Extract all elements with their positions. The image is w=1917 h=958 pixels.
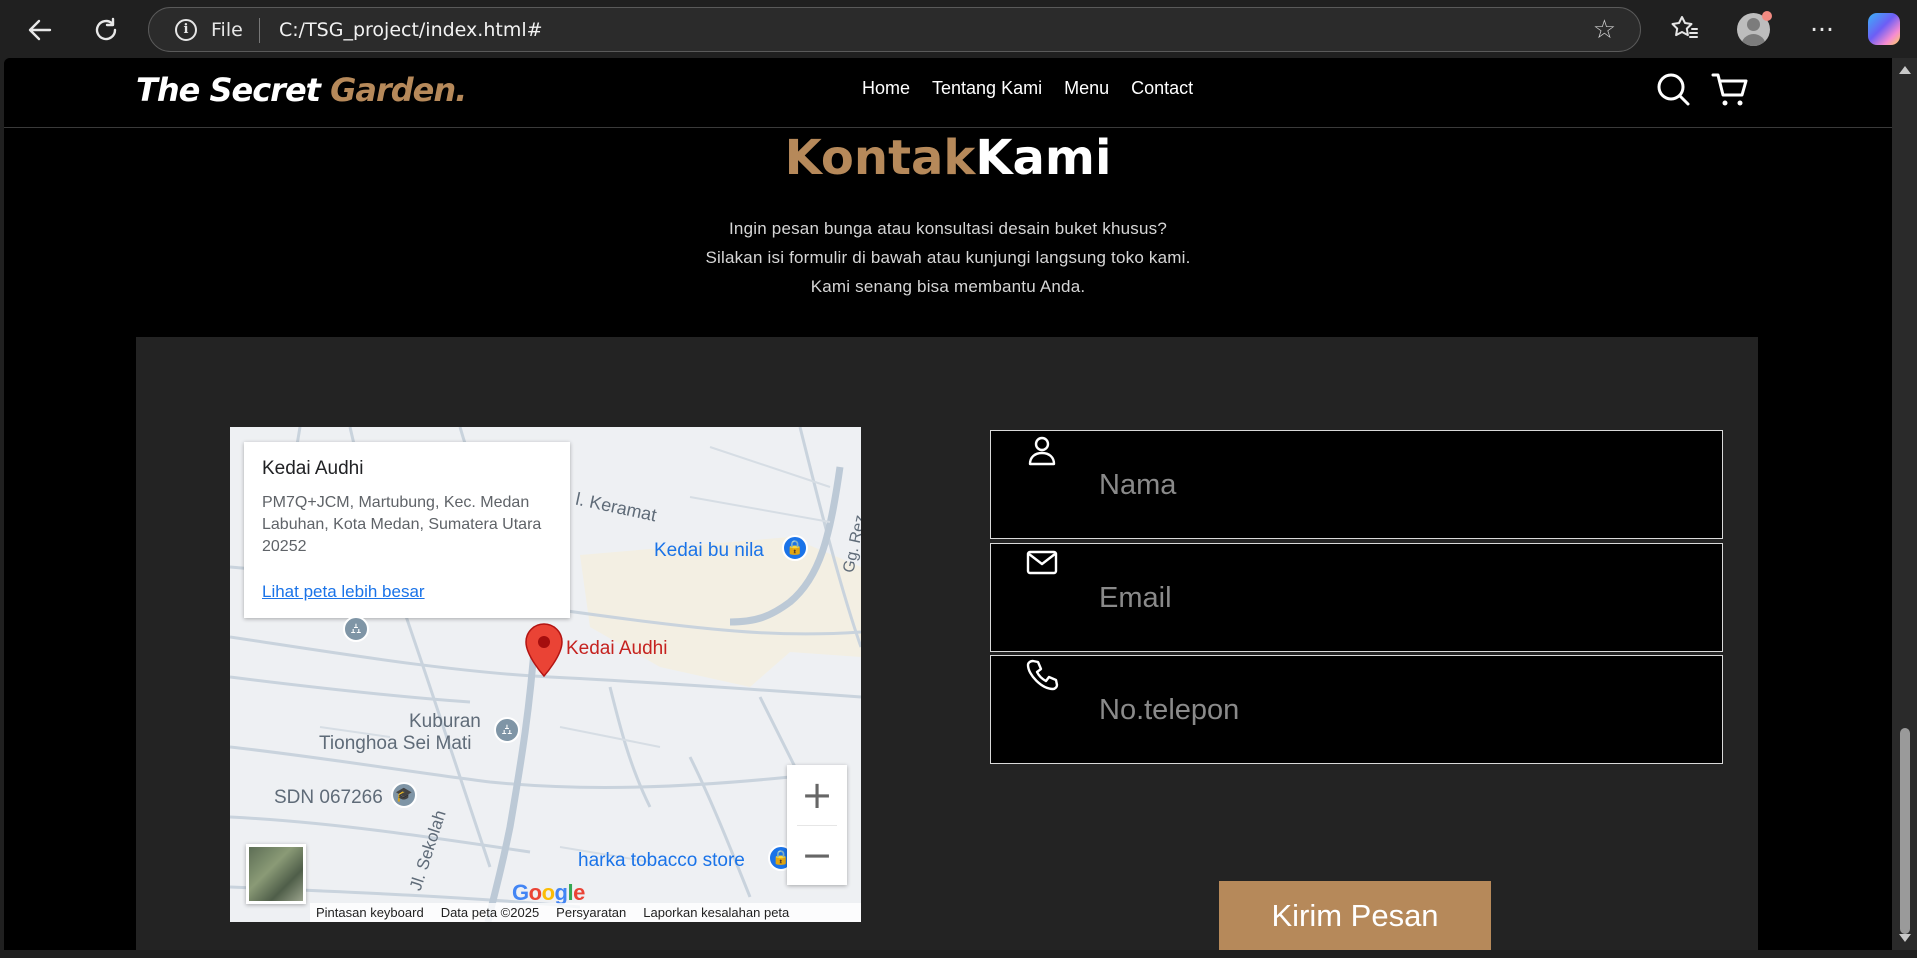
subtitle-line: Silakan isi formulir di bawah atau kunju… [705, 248, 1191, 267]
nav-tentang-kami[interactable]: Tentang Kami [932, 78, 1042, 99]
marker-label: Kedai Audhi [566, 638, 668, 659]
satellite-toggle[interactable] [246, 844, 306, 904]
browser-toolbar: i File C:/TSG_project/index.html# ☆ ··· [0, 0, 1917, 58]
site-header: The Secret Garden. Home Tentang Kami Men… [4, 58, 1892, 128]
email-input[interactable] [991, 544, 1722, 651]
nav-home[interactable]: Home [862, 78, 910, 99]
site-logo[interactable]: The Secret Garden. [136, 71, 467, 109]
contact-subtitle: Ingin pesan bunga atau konsultasi desain… [4, 214, 1892, 301]
cart-icon[interactable] [1710, 70, 1750, 110]
map-data-text: Data peta ©2025 [440, 905, 540, 920]
place-info-card: Kedai Audhi PM7Q+JCM, Martubung, Kec. Me… [244, 442, 570, 618]
report-error-link[interactable]: Laporkan kesalahan peta [643, 903, 789, 922]
map-attribution: Pintasan keyboard Data peta ©2025 Persya… [310, 903, 861, 922]
back-icon[interactable] [22, 12, 58, 48]
url-text[interactable]: C:/TSG_project/index.html# [279, 19, 543, 41]
google-map[interactable]: Kedai Audhi PM7Q+JCM, Martubung, Kec. Me… [230, 427, 861, 922]
nav-contact[interactable]: Contact [1131, 78, 1193, 99]
scheme-label: File [211, 19, 243, 41]
page-viewport: The Secret Garden. Home Tentang Kami Men… [4, 58, 1892, 950]
poi-label-sdn: SDN 067266 [274, 787, 383, 808]
map-marker-icon[interactable] [524, 622, 564, 678]
terms-link[interactable]: Persyaratan [556, 903, 626, 922]
title-part2: Kami [975, 130, 1112, 186]
school-poi-icon[interactable]: 🎓 [391, 782, 417, 808]
favorites-icon[interactable] [1666, 12, 1702, 54]
more-icon[interactable]: ··· [1804, 12, 1840, 48]
submit-button[interactable]: Kirim Pesan [1219, 881, 1491, 950]
phone-input[interactable] [991, 656, 1722, 763]
subtitle-line: Ingin pesan bunga atau konsultasi desain… [729, 219, 1167, 238]
name-field [990, 430, 1723, 539]
poi-label-kuburan-line2: Tionghoa Sei Mati [319, 733, 472, 754]
view-larger-map-link[interactable]: Lihat peta lebih besar [262, 582, 425, 602]
zoom-separator [797, 825, 837, 826]
scrollbar-thumb[interactable] [1900, 728, 1910, 934]
main-nav: Home Tentang Kami Menu Contact [862, 78, 1193, 99]
search-icon[interactable] [1653, 70, 1693, 110]
cemetery-poi-icon[interactable]: ⛼ [494, 717, 520, 743]
poi-label-harka[interactable]: harka tobacco store [578, 850, 745, 872]
title-part1: Kontak [784, 130, 976, 186]
zoom-in-button[interactable]: + [787, 765, 847, 825]
keyboard-shortcuts-link[interactable]: Pintasan keyboard [316, 903, 424, 922]
map-zoom-control: + − [787, 765, 847, 885]
page-scrollbar[interactable] [1892, 58, 1917, 950]
zoom-out-button[interactable]: − [787, 825, 847, 885]
notification-dot [1762, 11, 1772, 21]
address-separator [259, 18, 260, 43]
place-name: Kedai Audhi [262, 458, 364, 479]
contact-title: KontakKami [4, 130, 1892, 186]
place-address: PM7Q+JCM, Martubung, Kec. Medan Labuhan,… [262, 494, 542, 555]
info-icon[interactable]: i [175, 19, 197, 41]
subtitle-line: Kami senang bisa membantu Anda. [810, 277, 1086, 296]
nav-menu[interactable]: Menu [1064, 78, 1109, 99]
copilot-icon[interactable] [1868, 13, 1900, 45]
address-bar[interactable]: i File C:/TSG_project/index.html# ☆ [148, 7, 1641, 52]
shop-poi-icon[interactable]: 🔒 [782, 535, 808, 561]
phone-field [990, 655, 1723, 764]
poi-label-kedai-bu-nila[interactable]: Kedai bu nila [654, 540, 764, 562]
email-field [990, 543, 1723, 652]
star-icon[interactable]: ☆ [1593, 15, 1616, 45]
contact-box: Kedai Audhi PM7Q+JCM, Martubung, Kec. Me… [136, 337, 1758, 950]
name-input[interactable] [991, 431, 1722, 538]
scroll-up-icon[interactable] [1899, 66, 1911, 74]
refresh-icon[interactable] [88, 12, 124, 48]
cemetery-poi-icon[interactable]: ⛼ [343, 616, 369, 642]
poi-label-kuburan: Kuburan [409, 711, 481, 732]
scroll-down-icon[interactable] [1899, 934, 1911, 942]
logo-main: The Secret [136, 71, 331, 109]
logo-accent: Garden. [330, 71, 467, 109]
